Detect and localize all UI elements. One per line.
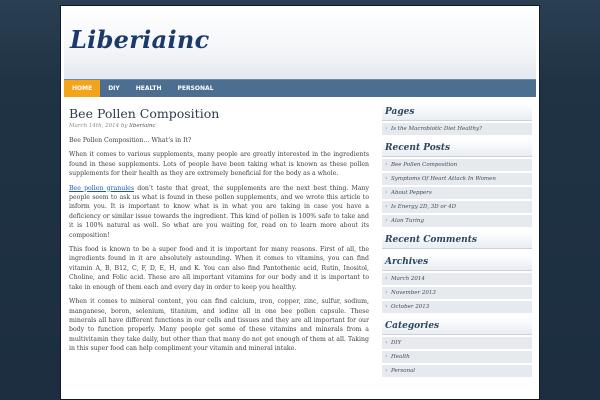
widget-title-recent-posts: Recent Posts — [382, 140, 532, 157]
post-paragraph: Bee Pollen Composition… What’s in It? — [69, 137, 192, 144]
site-title[interactable]: Liberiainc — [70, 25, 210, 54]
list-item-label: October 2013 — [391, 304, 430, 310]
list-item-label: Is Energy 2D, 3D or 4D — [391, 204, 457, 210]
post-by-label: by — [120, 123, 128, 129]
widget-recent-posts: Recent Posts › Bee Pollen Composition › Sy… — [382, 140, 532, 227]
list-item[interactable]: › Personal — [382, 365, 532, 377]
list-item[interactable]: › November 2013 — [382, 287, 532, 299]
list-item-label: Is the Macrobiotic Diet Healthy? — [391, 126, 483, 132]
list-item-label: March 2014 — [391, 276, 425, 282]
post-author[interactable]: liberiainc — [129, 123, 155, 129]
list-item-label: Health — [391, 354, 410, 360]
list-item-label: Alan Turing — [391, 218, 424, 224]
list-item-label: Personal — [391, 368, 416, 374]
widget-categories: Categories › DIY › Health › Personal — [382, 318, 532, 377]
list-item[interactable]: › DIY — [382, 337, 532, 349]
post-paragraph-text: don’t taste that great, the supplements … — [69, 184, 369, 239]
nav-item-health[interactable]: HEALTH — [128, 80, 170, 97]
post-title[interactable]: Bee Pollen Composition — [69, 106, 369, 121]
list-item-label: DIY — [391, 340, 402, 346]
list-item[interactable]: › Alan Turing — [382, 215, 532, 227]
nav-item-home[interactable]: HOME — [64, 80, 101, 97]
widget-archives: Archives › March 2014 › November 2013 › Oct… — [382, 254, 532, 313]
list-item[interactable]: › About Peppers — [382, 187, 532, 199]
list-item[interactable]: › Is the Macrobiotic Diet Healthy? — [382, 123, 532, 135]
list-item[interactable]: › Symptoms Of Heart Attack In Women — [382, 173, 532, 185]
post-paragraph: When it comes to mineral content, you ca… — [69, 298, 369, 353]
widget-pages: Pages › Is the Macrobiotic Diet Healthy? — [382, 104, 532, 135]
list-item-label: Bee Pollen Composition — [391, 162, 458, 168]
list-item[interactable]: › Bee Pollen Composition — [382, 159, 532, 171]
list-item[interactable]: › March 2014 — [382, 273, 532, 285]
post: Bee Pollen Composition March 14th, 2014 … — [69, 106, 369, 354]
post-date: March 14th, 2014 — [69, 123, 120, 129]
list-item-label: Symptoms Of Heart Attack In Women — [391, 176, 496, 182]
widget-recent-comments: Recent Comments — [382, 232, 532, 249]
list-item-label: November 2013 — [391, 290, 436, 296]
bee-pollen-granules-link[interactable]: Bee pollen granules — [69, 185, 134, 192]
list-item[interactable]: › Health — [382, 351, 532, 363]
post-paragraph: This food is known to be a super food an… — [69, 246, 369, 291]
list-item[interactable]: › October 2013 — [382, 301, 532, 313]
sidebar: Pages › Is the Macrobiotic Diet Healthy? … — [382, 104, 532, 399]
list-item-label: About Peppers — [391, 190, 432, 196]
nav-item-personal[interactable]: PERSONAL — [169, 80, 221, 97]
nav-item-diy[interactable]: DIY — [100, 80, 128, 97]
widget-title-pages: Pages — [382, 104, 532, 121]
list-item[interactable]: › Is Energy 2D, 3D or 4D — [382, 201, 532, 213]
page-wrapper: Liberiainc HOME DIY HEALTH PERSONAL Bee … — [60, 5, 540, 400]
widget-title-categories: Categories — [382, 318, 532, 335]
post-meta: March 14th, 2014 by liberiainc — [69, 123, 369, 129]
post-paragraph: Bee pollen granules don’t taste that gre… — [69, 184, 369, 240]
main-nav: HOME DIY HEALTH PERSONAL — [64, 79, 536, 97]
site-header: Liberiainc — [64, 9, 536, 79]
post-paragraph: When it comes to various supplements, ma… — [69, 151, 369, 178]
widget-title-archives: Archives — [382, 254, 532, 271]
main-content: Bee Pollen Composition March 14th, 2014 … — [69, 104, 369, 399]
widget-title-recent-comments: Recent Comments — [382, 232, 532, 249]
